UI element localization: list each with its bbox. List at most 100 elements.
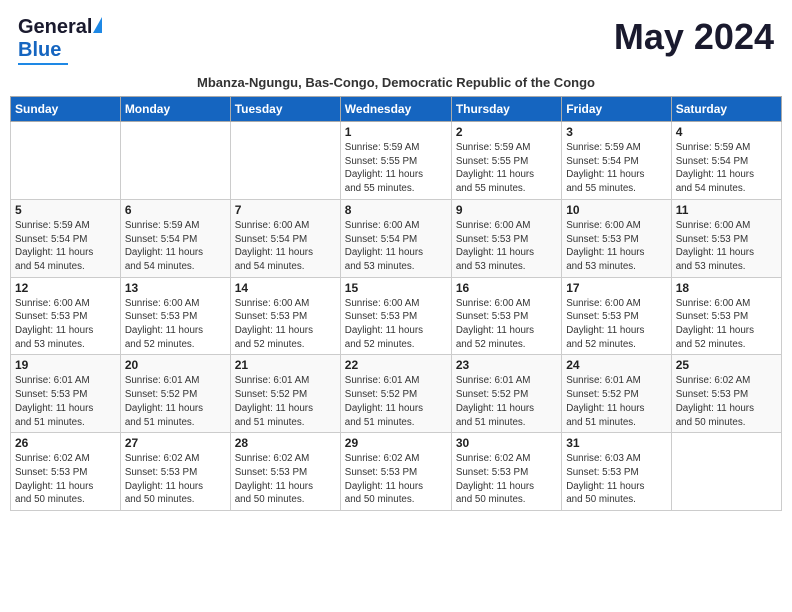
day-number: 28 xyxy=(235,436,336,450)
calendar-day-cell: 10 Sunrise: 6:00 AM Sunset: 5:53 PM Dayli… xyxy=(562,199,672,277)
calendar-day-cell xyxy=(11,122,121,200)
day-info: Sunrise: 6:02 AM Sunset: 5:53 PM Dayligh… xyxy=(345,452,447,507)
day-number: 17 xyxy=(566,281,667,295)
day-number: 18 xyxy=(676,281,777,295)
day-info: Sunrise: 6:00 AM Sunset: 5:53 PM Dayligh… xyxy=(345,297,447,352)
day-info: Sunrise: 6:00 AM Sunset: 5:53 PM Dayligh… xyxy=(235,297,336,352)
day-number: 31 xyxy=(566,436,667,450)
day-info: Sunrise: 6:02 AM Sunset: 5:53 PM Dayligh… xyxy=(456,452,557,507)
day-number: 3 xyxy=(566,125,667,139)
day-info: Sunrise: 5:59 AM Sunset: 5:54 PM Dayligh… xyxy=(566,141,667,196)
day-info: Sunrise: 6:00 AM Sunset: 5:53 PM Dayligh… xyxy=(456,297,557,352)
day-number: 14 xyxy=(235,281,336,295)
logo-triangle-icon xyxy=(93,17,102,33)
day-number: 1 xyxy=(345,125,447,139)
calendar-day-cell: 25 Sunrise: 6:02 AM Sunset: 5:53 PM Dayli… xyxy=(671,355,781,433)
day-info: Sunrise: 6:00 AM Sunset: 5:53 PM Dayligh… xyxy=(15,297,116,352)
calendar-body: 1 Sunrise: 5:59 AM Sunset: 5:55 PM Daylig… xyxy=(11,122,782,511)
day-number: 11 xyxy=(676,203,777,217)
day-info: Sunrise: 6:00 AM Sunset: 5:53 PM Dayligh… xyxy=(676,297,777,352)
day-number: 20 xyxy=(125,358,226,372)
day-info: Sunrise: 6:02 AM Sunset: 5:53 PM Dayligh… xyxy=(15,452,116,507)
calendar-day-cell: 19Sunrise: 6:01 AM Sunset: 5:53 PM Dayli… xyxy=(11,355,121,433)
calendar-table: SundayMondayTuesdayWednesdayThursdayFrid… xyxy=(10,96,782,511)
calendar-day-cell: 15Sunrise: 6:00 AM Sunset: 5:53 PM Dayli… xyxy=(340,277,451,355)
calendar-header-row: SundayMondayTuesdayWednesdayThursdayFrid… xyxy=(11,97,782,122)
day-number: 9 xyxy=(456,203,557,217)
day-info: Sunrise: 5:59 AM Sunset: 5:54 PM Dayligh… xyxy=(15,219,116,274)
calendar-day-cell: 7Sunrise: 6:00 AM Sunset: 5:54 PM Daylig… xyxy=(230,199,340,277)
calendar-day-cell: 21 Sunrise: 6:01 AM Sunset: 5:52 PM Dayli… xyxy=(230,355,340,433)
calendar-day-cell xyxy=(671,433,781,511)
day-number: 8 xyxy=(345,203,447,217)
day-info: Sunrise: 6:02 AM Sunset: 5:53 PM Dayligh… xyxy=(235,452,336,507)
calendar-week-row: 26 Sunrise: 6:02 AM Sunset: 5:53 PM Dayli… xyxy=(11,433,782,511)
calendar-day-cell: 9 Sunrise: 6:00 AM Sunset: 5:53 PM Daylig… xyxy=(451,199,561,277)
calendar-day-header: Sunday xyxy=(11,97,121,122)
calendar-day-cell: 6 Sunrise: 5:59 AM Sunset: 5:54 PM Daylig… xyxy=(120,199,230,277)
calendar-day-cell: 23 Sunrise: 6:01 AM Sunset: 5:52 PM Dayli… xyxy=(451,355,561,433)
day-number: 26 xyxy=(15,436,116,450)
calendar-day-cell: 17 Sunrise: 6:00 AM Sunset: 5:53 PM Dayli… xyxy=(562,277,672,355)
day-number: 6 xyxy=(125,203,226,217)
day-number: 21 xyxy=(235,358,336,372)
page-subtitle: Mbanza-Ngungu, Bas-Congo, Democratic Rep… xyxy=(10,75,782,90)
day-info: Sunrise: 6:00 AM Sunset: 5:53 PM Dayligh… xyxy=(566,219,667,274)
calendar-day-header: Wednesday xyxy=(340,97,451,122)
calendar-day-cell: 31 Sunrise: 6:03 AM Sunset: 5:53 PM Dayli… xyxy=(562,433,672,511)
logo: General Blue xyxy=(18,16,102,65)
calendar-week-row: 19Sunrise: 6:01 AM Sunset: 5:53 PM Dayli… xyxy=(11,355,782,433)
calendar-day-cell: 11Sunrise: 6:00 AM Sunset: 5:53 PM Dayli… xyxy=(671,199,781,277)
day-number: 4 xyxy=(676,125,777,139)
calendar-day-cell: 5 Sunrise: 5:59 AM Sunset: 5:54 PM Daylig… xyxy=(11,199,121,277)
calendar-day-cell xyxy=(120,122,230,200)
calendar-day-cell: 12 Sunrise: 6:00 AM Sunset: 5:53 PM Dayli… xyxy=(11,277,121,355)
day-number: 25 xyxy=(676,358,777,372)
day-info: Sunrise: 6:00 AM Sunset: 5:54 PM Dayligh… xyxy=(345,219,447,274)
calendar-day-header: Tuesday xyxy=(230,97,340,122)
logo-general: General xyxy=(18,16,92,39)
day-number: 22 xyxy=(345,358,447,372)
calendar-day-cell: 14 Sunrise: 6:00 AM Sunset: 5:53 PM Dayli… xyxy=(230,277,340,355)
day-number: 5 xyxy=(15,203,116,217)
day-info: Sunrise: 6:01 AM Sunset: 5:52 PM Dayligh… xyxy=(235,374,336,429)
calendar-day-cell xyxy=(230,122,340,200)
calendar-day-cell: 3 Sunrise: 5:59 AM Sunset: 5:54 PM Daylig… xyxy=(562,122,672,200)
day-number: 12 xyxy=(15,281,116,295)
day-number: 30 xyxy=(456,436,557,450)
page-header: General Blue May 2024 xyxy=(10,10,782,71)
day-info: Sunrise: 6:01 AM Sunset: 5:52 PM Dayligh… xyxy=(566,374,667,429)
calendar-day-cell: 18 Sunrise: 6:00 AM Sunset: 5:53 PM Dayli… xyxy=(671,277,781,355)
day-info: Sunrise: 6:02 AM Sunset: 5:53 PM Dayligh… xyxy=(125,452,226,507)
day-info: Sunrise: 6:01 AM Sunset: 5:52 PM Dayligh… xyxy=(456,374,557,429)
calendar-week-row: 5 Sunrise: 5:59 AM Sunset: 5:54 PM Daylig… xyxy=(11,199,782,277)
day-number: 29 xyxy=(345,436,447,450)
calendar-day-cell: 29 Sunrise: 6:02 AM Sunset: 5:53 PM Dayli… xyxy=(340,433,451,511)
calendar-week-row: 12 Sunrise: 6:00 AM Sunset: 5:53 PM Dayli… xyxy=(11,277,782,355)
calendar-day-cell: 4Sunrise: 5:59 AM Sunset: 5:54 PM Daylig… xyxy=(671,122,781,200)
day-info: Sunrise: 5:59 AM Sunset: 5:55 PM Dayligh… xyxy=(456,141,557,196)
day-info: Sunrise: 6:01 AM Sunset: 5:52 PM Dayligh… xyxy=(125,374,226,429)
day-info: Sunrise: 6:00 AM Sunset: 5:53 PM Dayligh… xyxy=(566,297,667,352)
calendar-day-header: Thursday xyxy=(451,97,561,122)
calendar-day-cell: 13Sunrise: 6:00 AM Sunset: 5:53 PM Dayli… xyxy=(120,277,230,355)
calendar-day-header: Saturday xyxy=(671,97,781,122)
calendar-day-cell: 8 Sunrise: 6:00 AM Sunset: 5:54 PM Daylig… xyxy=(340,199,451,277)
day-info: Sunrise: 6:00 AM Sunset: 5:54 PM Dayligh… xyxy=(235,219,336,274)
calendar-day-cell: 1Sunrise: 5:59 AM Sunset: 5:55 PM Daylig… xyxy=(340,122,451,200)
day-info: Sunrise: 6:00 AM Sunset: 5:53 PM Dayligh… xyxy=(456,219,557,274)
calendar-day-header: Friday xyxy=(562,97,672,122)
month-title: May 2024 xyxy=(614,16,774,58)
day-number: 10 xyxy=(566,203,667,217)
calendar-day-cell: 24 Sunrise: 6:01 AM Sunset: 5:52 PM Dayli… xyxy=(562,355,672,433)
calendar-week-row: 1 Sunrise: 5:59 AM Sunset: 5:55 PM Daylig… xyxy=(11,122,782,200)
day-info: Sunrise: 6:01 AM Sunset: 5:53 PM Dayligh… xyxy=(15,374,116,429)
calendar-day-cell: 28 Sunrise: 6:02 AM Sunset: 5:53 PM Dayli… xyxy=(230,433,340,511)
day-info: Sunrise: 6:03 AM Sunset: 5:53 PM Dayligh… xyxy=(566,452,667,507)
day-number: 24 xyxy=(566,358,667,372)
calendar-day-cell: 27Sunrise: 6:02 AM Sunset: 5:53 PM Dayli… xyxy=(120,433,230,511)
calendar-day-cell: 26 Sunrise: 6:02 AM Sunset: 5:53 PM Dayli… xyxy=(11,433,121,511)
day-info: Sunrise: 5:59 AM Sunset: 5:54 PM Dayligh… xyxy=(125,219,226,274)
day-info: Sunrise: 6:02 AM Sunset: 5:53 PM Dayligh… xyxy=(676,374,777,429)
day-number: 23 xyxy=(456,358,557,372)
